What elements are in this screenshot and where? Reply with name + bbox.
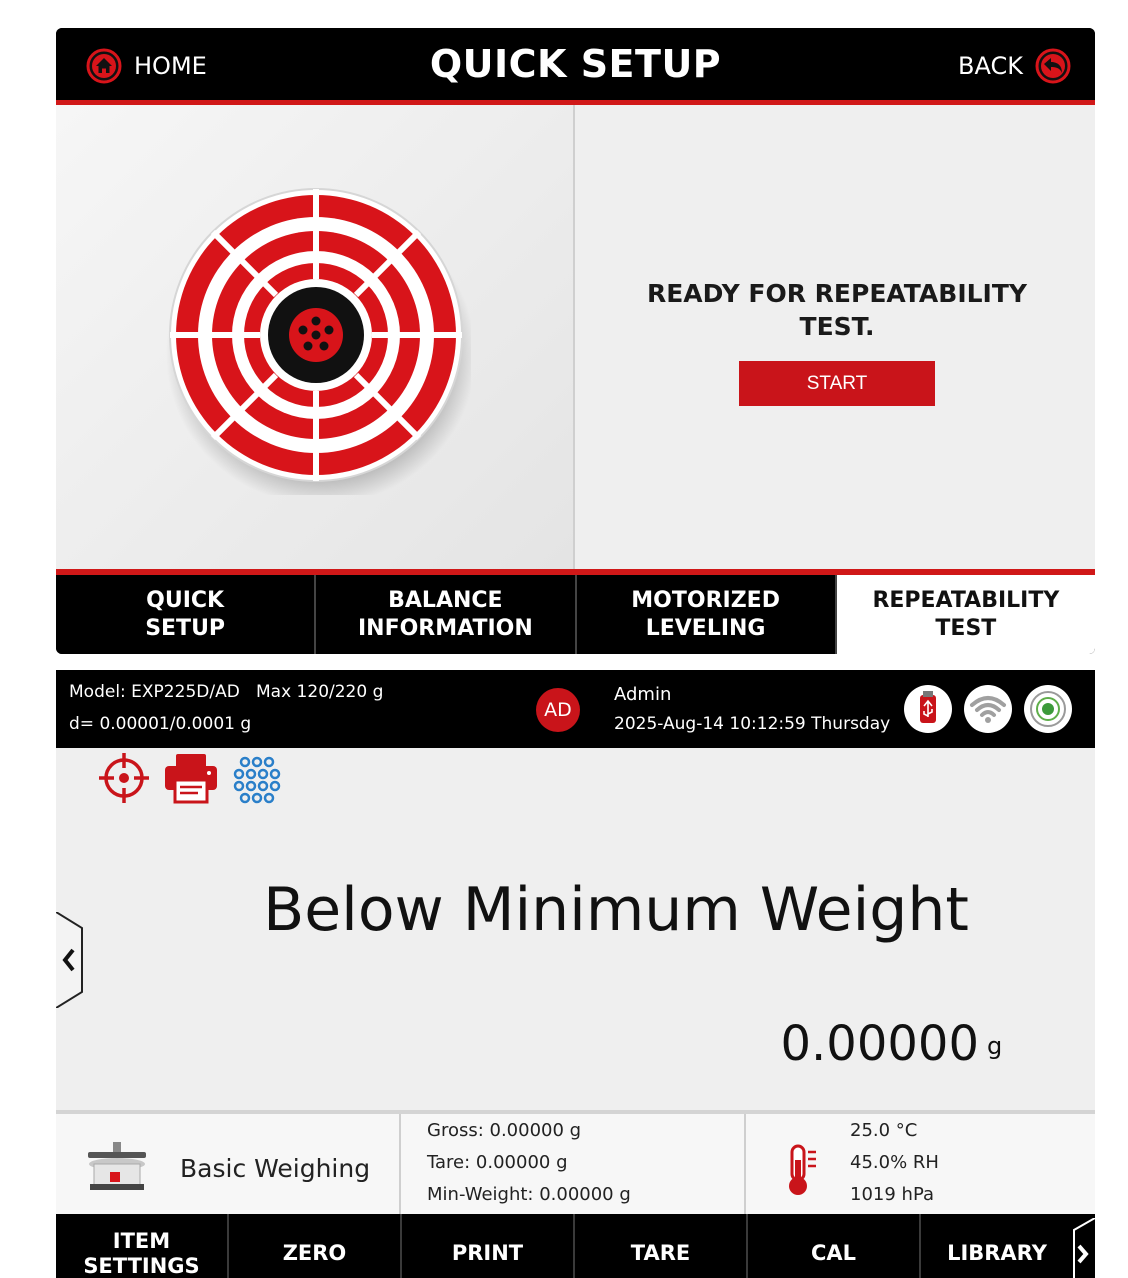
tab-label: QUICK SETUP [145,587,226,641]
button-label: PRINT [451,1240,524,1265]
application-cell[interactable]: Basic Weighing [56,1114,401,1214]
humidity-reading: 45.0% RH [850,1152,939,1173]
weight-display: 0.00000 [780,1016,980,1072]
tab-quick-setup[interactable]: QUICK SETUP [56,575,317,654]
tab-motorized-leveling[interactable]: MOTORIZED LEVELING [577,575,837,654]
tare-reading: Tare: 0.00000 g [427,1152,568,1173]
level-icon[interactable] [1023,684,1073,734]
item-settings-button[interactable]: ITEM SETTINGS [56,1214,229,1278]
tab-label: REPEATABILITY TEST [872,587,1060,641]
button-label: ZERO [282,1240,347,1265]
left-drawer-toggle[interactable] [56,912,86,1008]
balance-icon [88,1142,146,1190]
tab-label: MOTORIZED LEVELING [631,587,780,641]
toolbar [96,750,286,806]
weight-unit[interactable]: g [987,1032,1002,1060]
datetime: 2025-Aug-14 10:12:59 Thursday [614,714,891,734]
library-button[interactable]: LIBRARY [921,1214,1095,1278]
status-message: READY FOR REPEATABILITY TEST. [646,279,1028,341]
quick-setup-panel: HOME QUICK SETUP BACK READY FOR REPEATAB… [56,28,1095,654]
page-title: QUICK SETUP [429,42,722,86]
illustration-pane [56,105,575,569]
back-button[interactable]: BACK [958,48,1071,84]
pressure-reading: 1019 hPa [850,1184,935,1205]
target-icon[interactable] [96,750,154,806]
keypad-icon[interactable] [228,750,286,806]
quick-setup-header: HOME QUICK SETUP BACK [56,28,1095,100]
tab-balance-information[interactable]: BALANCE INFORMATION [316,575,577,654]
info-bar: Basic Weighing Gross: 0.00000 g Tare: 0.… [56,1110,1095,1214]
status-pane: READY FOR REPEATABILITY TEST. START [577,105,1095,569]
weighing-panel: Model: EXP225D/AD Max 120/220 g d= 0.000… [56,670,1095,1278]
back-label: BACK [958,52,1023,80]
target-illustration [166,188,471,495]
right-drawer-toggle[interactable] [1070,1218,1095,1278]
cal-button[interactable]: CAL [748,1214,921,1278]
tab-label: BALANCE INFORMATION [357,587,533,641]
button-label: ITEM SETTINGS [83,1229,200,1278]
button-label: TARE [630,1240,691,1265]
tab-repeatability-test[interactable]: REPEATABILITY TEST [836,575,1095,654]
gross-reading: Gross: 0.00000 g [427,1120,582,1141]
readings-cell: Gross: 0.00000 g Tare: 0.00000 g Min-Wei… [401,1114,746,1214]
application-label: Basic Weighing [180,1154,371,1183]
model-info: Model: EXP225D/AD Max 120/220 g [69,682,384,702]
quick-setup-content: READY FOR REPEATABILITY TEST. START [56,105,1095,569]
thermometer-icon [789,1144,816,1195]
min-weight-reading: Min-Weight: 0.00000 g [427,1184,631,1205]
environment-cell: 25.0 °C 45.0% RH 1019 hPa [746,1114,1095,1214]
button-label: LIBRARY [947,1240,1047,1265]
user-name: Admin [614,684,672,705]
status-bar: Model: EXP225D/AD Max 120/220 g d= 0.000… [56,670,1095,748]
print-button[interactable]: PRINT [402,1214,575,1278]
usb-icon[interactable] [903,684,953,734]
avatar[interactable]: AD [536,688,580,732]
start-button[interactable]: START [739,361,935,406]
tare-button[interactable]: TARE [575,1214,748,1278]
zero-button[interactable]: ZERO [229,1214,402,1278]
wifi-icon[interactable] [963,684,1013,734]
button-label: CAL [810,1240,857,1265]
readability-info: d= 0.00001/0.0001 g [69,714,252,734]
quick-setup-tabs: QUICK SETUP BALANCE INFORMATION MOTORIZE… [56,575,1095,654]
back-arrow-icon [1035,48,1071,84]
printer-icon[interactable] [162,750,220,806]
temperature-reading: 25.0 °C [850,1120,918,1141]
function-buttons: ITEM SETTINGS ZERO PRINT TARE CAL LIBRAR… [56,1214,1095,1278]
weighing-status-message: Below Minimum Weight [263,875,969,945]
